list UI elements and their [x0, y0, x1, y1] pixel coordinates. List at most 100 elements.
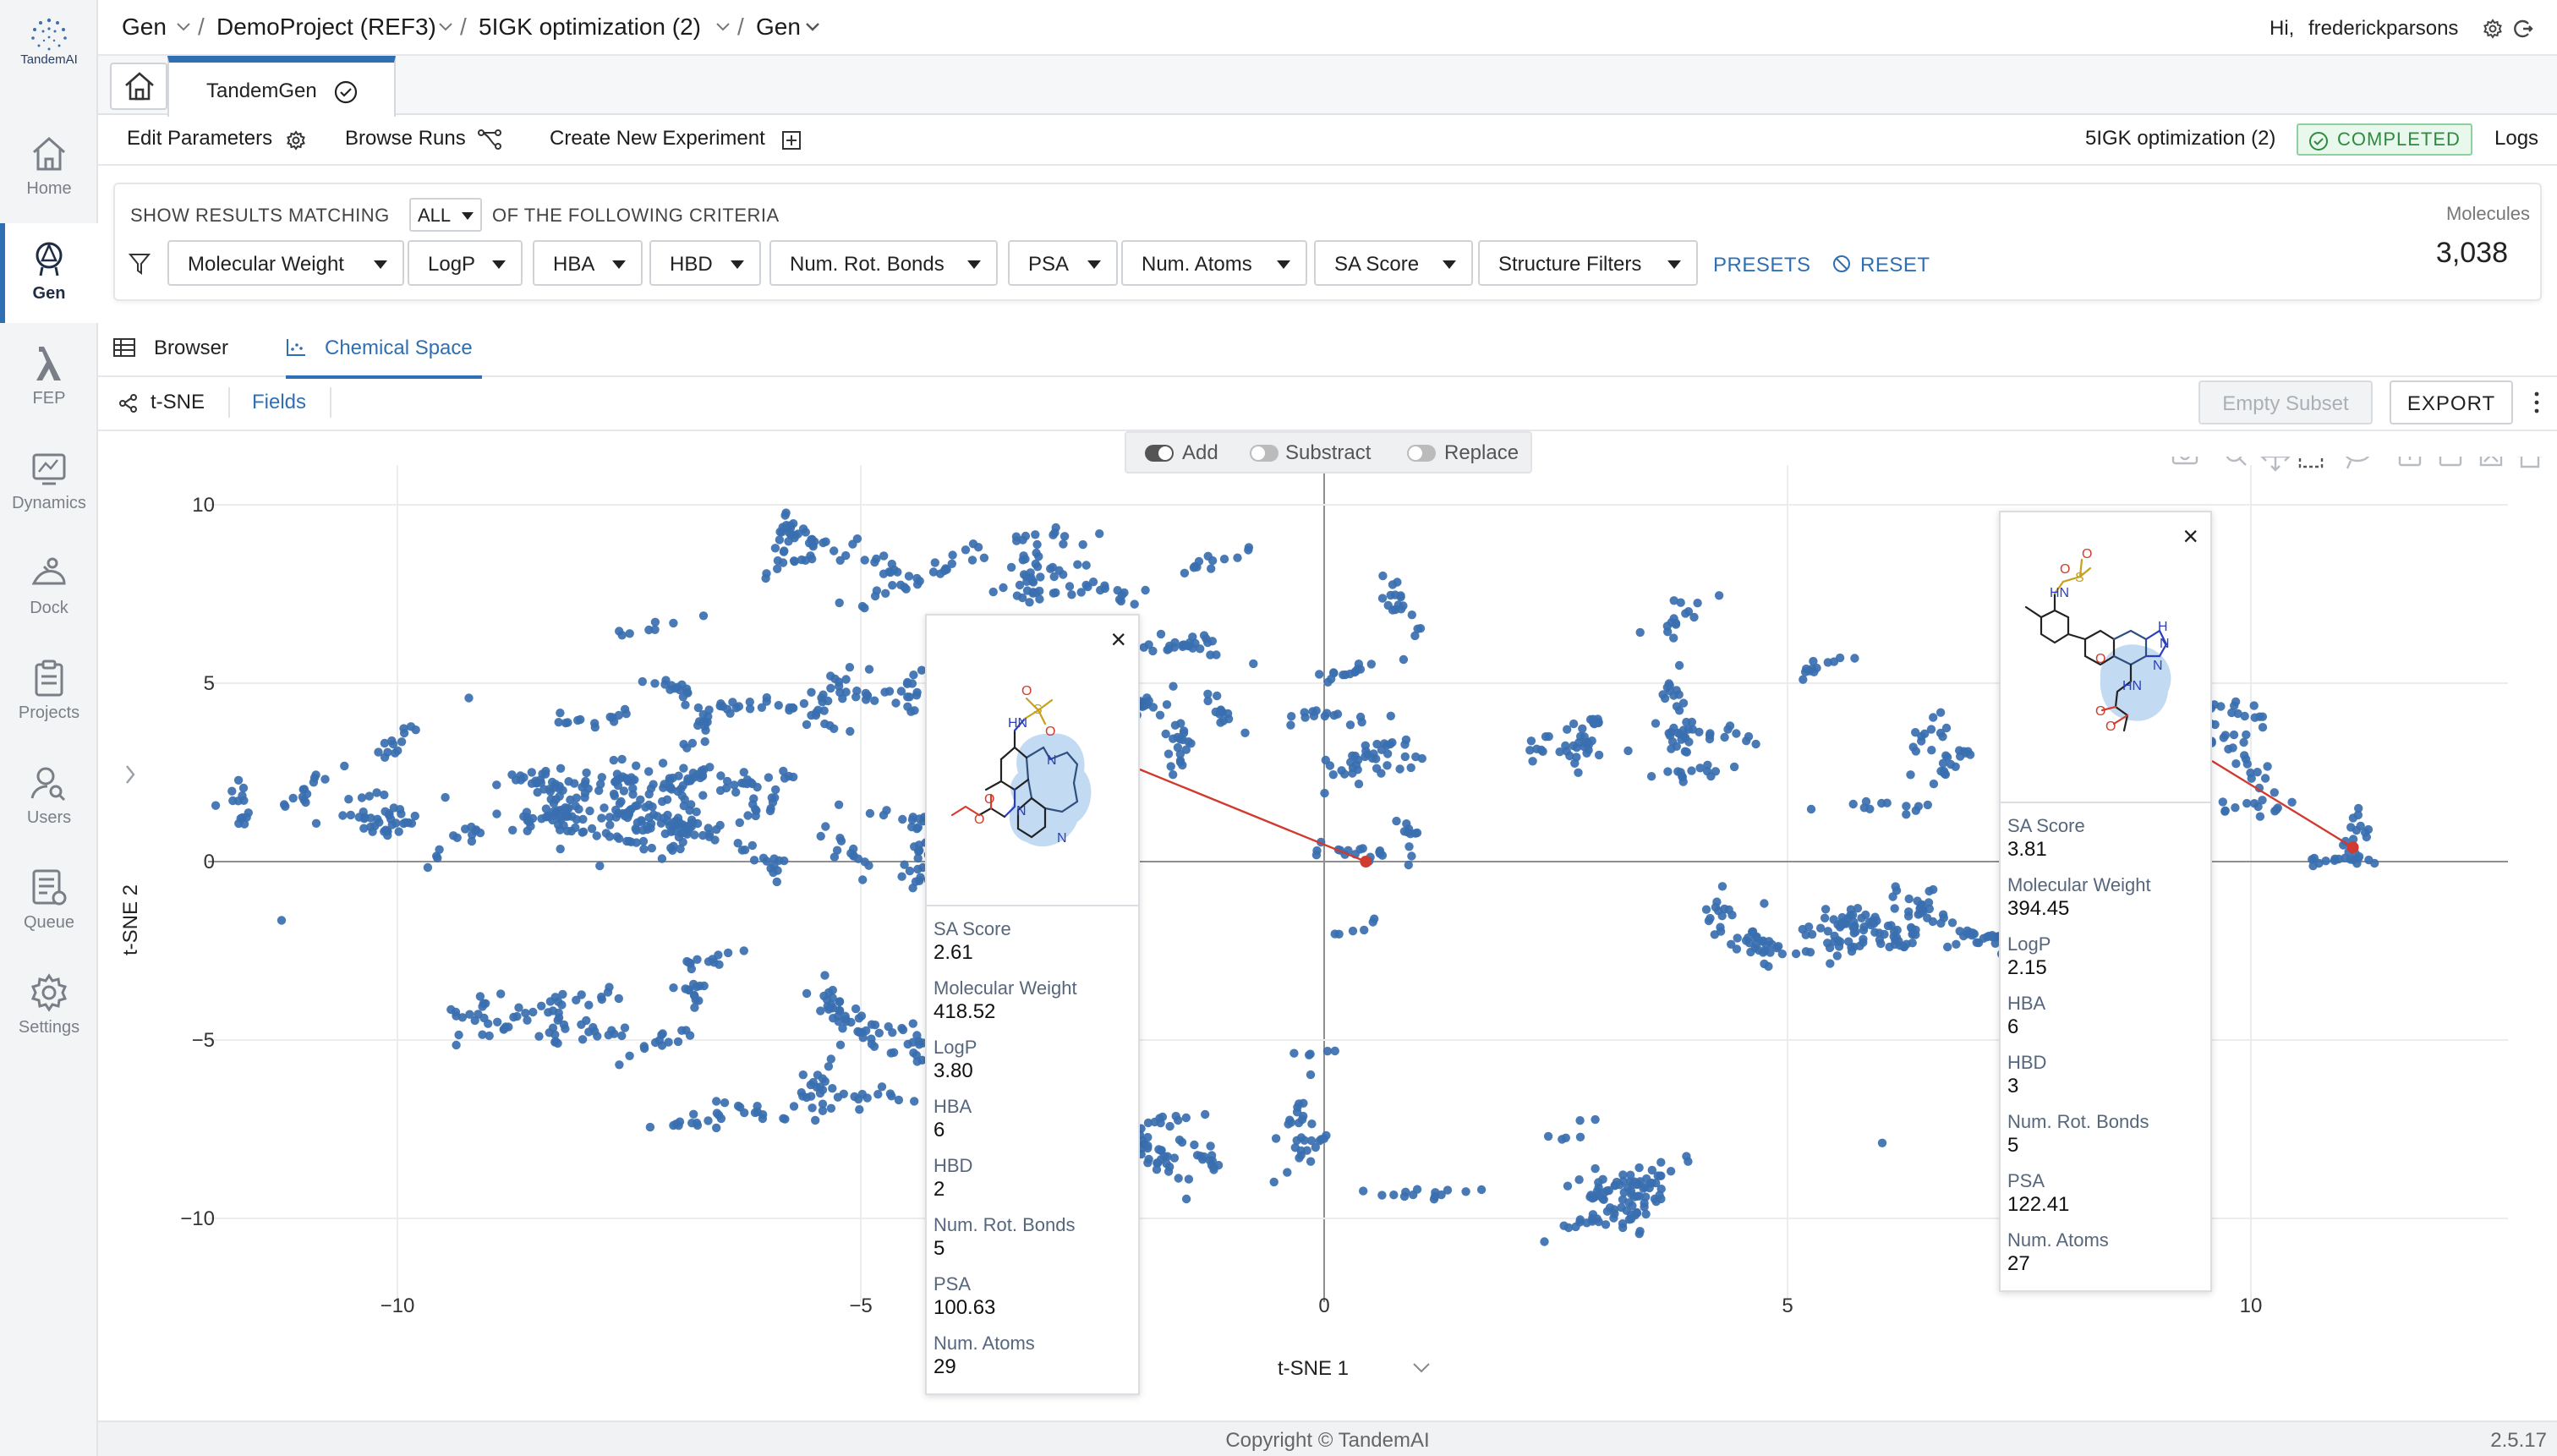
chevron-down-icon[interactable] [438, 22, 453, 32]
breadcrumb-experiment[interactable]: 5IGK optimization (2) [479, 14, 701, 41]
scatter-point [1841, 919, 1851, 928]
filter-hba[interactable]: HBA [533, 240, 643, 286]
scatter-point [1095, 529, 1104, 539]
scatter-point [1368, 917, 1377, 927]
filter-num-atoms[interactable]: Num. Atoms [1121, 240, 1307, 286]
presets-button[interactable]: PRESETS [1713, 254, 1811, 277]
filter-num-rot-bonds[interactable]: Num. Rot. Bonds [769, 240, 998, 286]
zoom-icon[interactable] [2226, 457, 2247, 466]
autoscale-icon[interactable] [2479, 457, 2503, 467]
filter-psa[interactable]: PSA [1008, 240, 1118, 286]
replace-mode-toggle[interactable] [1407, 445, 1436, 462]
nav-item-users[interactable]: Users [0, 747, 98, 847]
filter-sa-score[interactable]: SA Score [1314, 240, 1473, 286]
expand-sidebar-chevron-icon[interactable] [126, 765, 135, 784]
tab-chemical-space[interactable]: Chemical Space [325, 337, 473, 360]
scatter-point [812, 708, 821, 718]
scatter-point [888, 1028, 897, 1037]
nav-item-settings[interactable]: Settings [0, 957, 98, 1057]
filter-molecular-weight[interactable]: Molecular Weight [167, 240, 404, 286]
scatter-point [689, 1109, 698, 1119]
user-name[interactable]: frederickparsons [2308, 17, 2458, 41]
empty-subset-button[interactable]: Empty Subset [2198, 380, 2373, 424]
create-experiment-button[interactable]: Create New Experiment [550, 127, 765, 151]
home-tab-button[interactable] [110, 63, 167, 110]
logout-icon[interactable] [2513, 19, 2533, 39]
reset-icon[interactable] [1832, 254, 1852, 274]
chevron-down-icon[interactable] [805, 22, 820, 32]
nav-item-gen[interactable]: Gen [0, 223, 98, 323]
edit-parameters-button[interactable]: Edit Parameters [127, 127, 272, 151]
filter-prefix: SHOW RESULTS MATCHING [130, 205, 390, 226]
close-card-button[interactable]: × [2182, 521, 2198, 552]
scatter-point [818, 1106, 828, 1115]
nav-item-dock[interactable]: Dock [0, 538, 98, 638]
scatter-point [637, 816, 646, 825]
reset-button[interactable]: RESET [1860, 254, 1930, 277]
nav-item-queue[interactable]: Queue [0, 852, 98, 952]
scatter-point [561, 1024, 570, 1033]
camera-icon[interactable] [2171, 457, 2198, 465]
nav-item-dynamics[interactable]: Dynamics [0, 433, 98, 533]
user-settings-icon[interactable] [2483, 19, 2503, 39]
zoom-out-icon[interactable] [2439, 457, 2462, 467]
add-mode-toggle[interactable] [1145, 445, 1174, 462]
scatter-point [891, 698, 901, 708]
scatter-point [1143, 1132, 1153, 1142]
pan-icon[interactable] [2260, 457, 2291, 472]
tab-browser[interactable]: Browser [154, 337, 228, 360]
scatter-point [1746, 947, 1755, 957]
tab-label: TandemGen [206, 79, 317, 102]
logs-button[interactable]: Logs [2494, 127, 2538, 151]
subtract-mode-toggle[interactable] [1250, 445, 1278, 462]
scatter-point [816, 1006, 825, 1015]
scatter-point [773, 556, 783, 566]
scatter-point [914, 1037, 923, 1046]
filter-structure-filters[interactable]: Structure Filters [1478, 240, 1698, 286]
scatter-point [716, 699, 725, 709]
reset-axes-icon[interactable] [2518, 457, 2542, 468]
scatter-point [639, 845, 649, 854]
fields-button[interactable]: Fields [252, 391, 306, 414]
scatter-point [366, 822, 375, 832]
nav-item-home[interactable]: Home [0, 118, 98, 218]
scatter-point [1287, 712, 1296, 721]
scatter-point [1388, 738, 1397, 747]
more-options-icon[interactable] [2528, 387, 2545, 418]
close-card-button[interactable]: × [1110, 624, 1126, 655]
scatter-point [860, 556, 869, 565]
tab-tandemgen[interactable]: TandemGen [167, 56, 396, 117]
scatter-point [1729, 762, 1739, 772]
selected-point[interactable] [1360, 856, 1372, 868]
selected-point[interactable] [2346, 841, 2359, 854]
zoom-in-icon[interactable] [2398, 457, 2422, 467]
method-selector[interactable]: t-SNE [151, 391, 205, 414]
app-logo[interactable]: TandemAI [0, 12, 98, 113]
breadcrumb-module[interactable]: Gen [122, 14, 167, 41]
nav-item-fep[interactable]: FEP [0, 328, 98, 428]
breadcrumb-project[interactable]: DemoProject (REF3) [216, 14, 436, 41]
browse-runs-button[interactable]: Browse Runs [345, 127, 466, 151]
export-button[interactable]: EXPORT [2390, 380, 2513, 424]
filter-logp[interactable]: LogP [408, 240, 523, 286]
chevron-down-icon[interactable] [176, 22, 191, 32]
nav-item-projects[interactable]: Projects [0, 643, 98, 742]
chevron-down-icon[interactable] [1413, 1363, 1430, 1373]
add-box-icon[interactable] [781, 130, 802, 151]
scatter-point [2352, 859, 2362, 868]
scatter-point [631, 824, 640, 834]
scatter-point [638, 676, 647, 687]
breadcrumb-app[interactable]: Gen [756, 14, 801, 41]
gear-icon[interactable] [286, 130, 306, 151]
scatter-point [1974, 938, 1984, 948]
box-select-icon[interactable] [2298, 457, 2324, 468]
lasso-icon[interactable] [2346, 457, 2369, 469]
match-mode-select[interactable]: ALL [409, 198, 482, 232]
scatter-point [1269, 1177, 1278, 1187]
chevron-down-icon[interactable] [715, 22, 731, 32]
scatter-point [779, 547, 789, 556]
scatter-point [1180, 568, 1190, 577]
branch-icon[interactable] [477, 129, 502, 151]
filter-hbd[interactable]: HBD [649, 240, 761, 286]
scatter-point [1591, 1114, 1600, 1125]
